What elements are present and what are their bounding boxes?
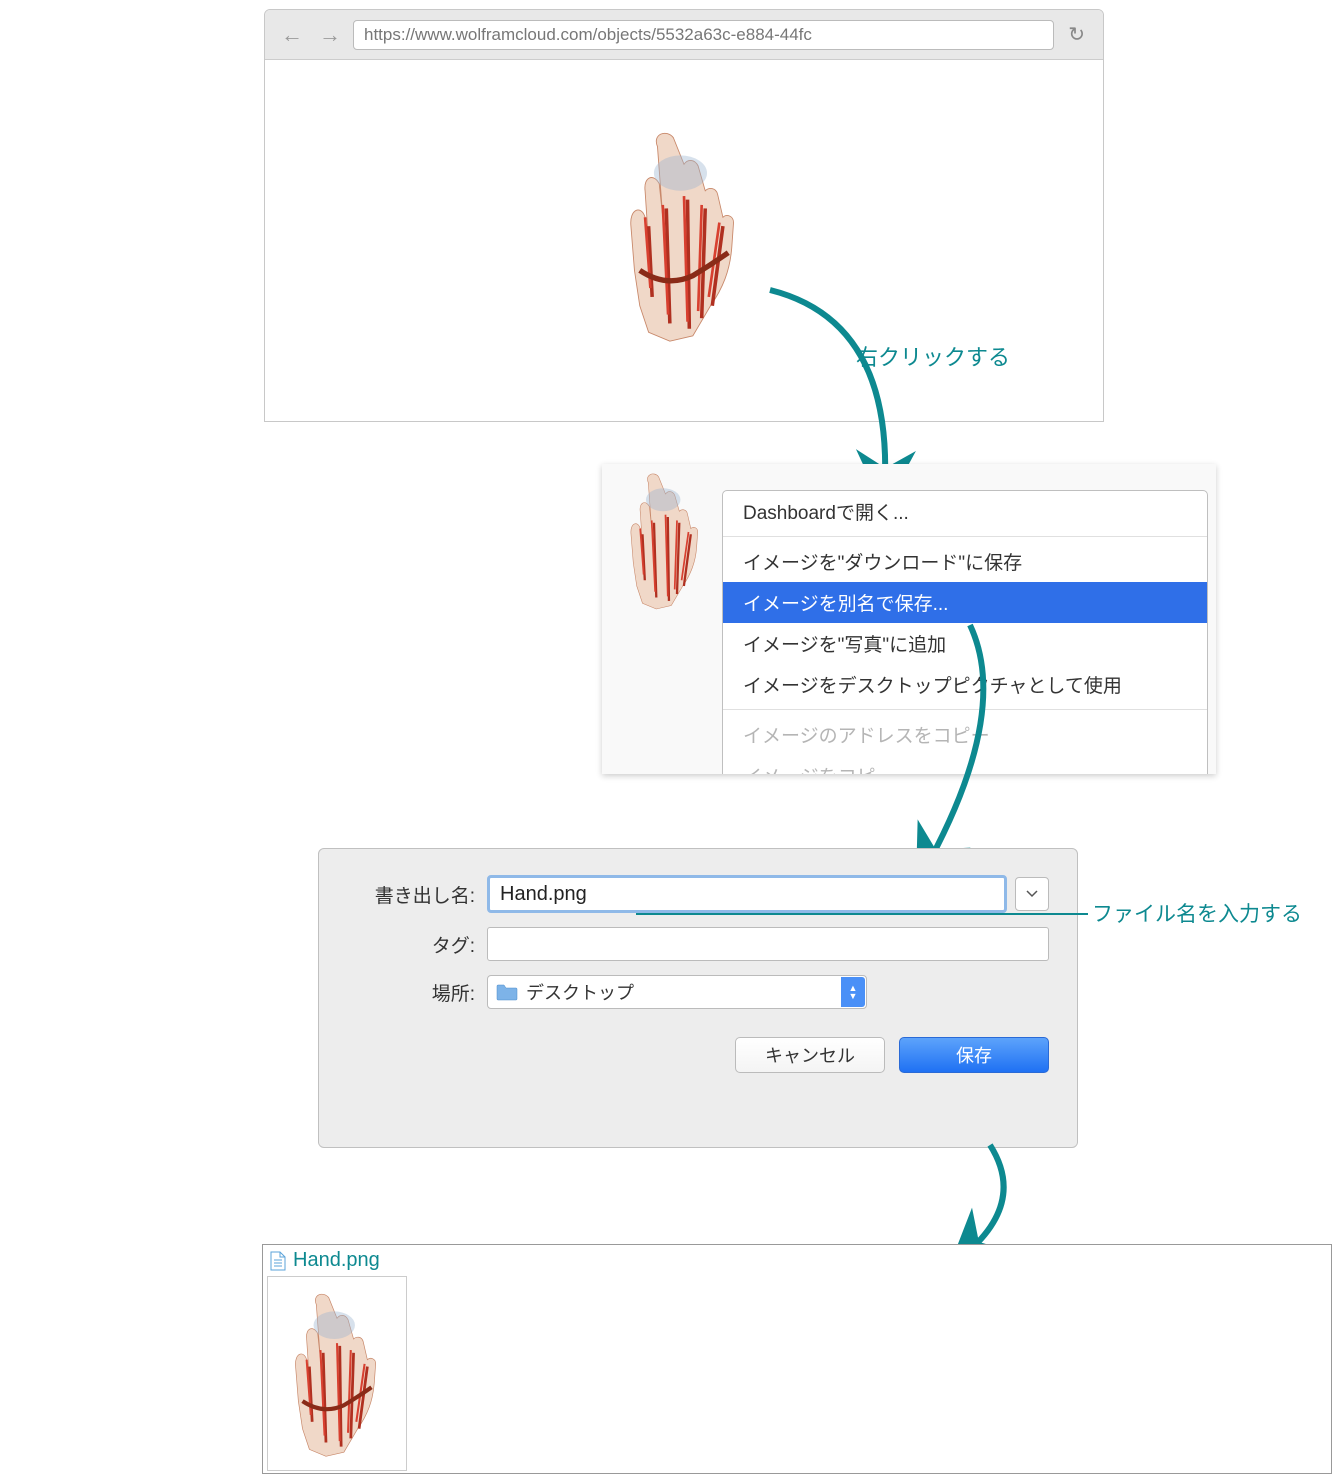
browser-toolbar: ← → https://www.wolframcloud.com/objects… bbox=[265, 10, 1103, 60]
url-bar[interactable]: https://www.wolframcloud.com/objects/553… bbox=[353, 20, 1054, 50]
context-menu: Dashboardで開く... イメージを"ダウンロード"に保存 イメージを別名… bbox=[722, 490, 1208, 774]
hand-anatomy-image[interactable] bbox=[594, 120, 774, 350]
menu-item-save-downloads[interactable]: イメージを"ダウンロード"に保存 bbox=[723, 541, 1207, 582]
forward-button[interactable]: → bbox=[315, 22, 345, 48]
tags-input[interactable] bbox=[487, 927, 1049, 961]
location-label: 場所: bbox=[347, 979, 487, 1006]
tags-label: タグ: bbox=[347, 931, 487, 958]
menu-item-add-photos[interactable]: イメージを"写真"に追加 bbox=[723, 623, 1207, 664]
location-value: デスクトップ bbox=[526, 979, 634, 1005]
hand-anatomy-image bbox=[608, 464, 723, 620]
menu-item-desktop-picture[interactable]: イメージをデスクトップピクチャとして使用 bbox=[723, 664, 1207, 705]
menu-item-save-as[interactable]: イメージを別名で保存... bbox=[723, 582, 1207, 623]
filename-label: 書き出し名: bbox=[347, 881, 487, 908]
menu-separator bbox=[723, 709, 1207, 710]
select-arrows-icon: ▲▼ bbox=[841, 977, 865, 1007]
menu-item-copy-image: イメージをコピー bbox=[723, 755, 1207, 774]
back-button[interactable]: ← bbox=[277, 22, 307, 48]
chevron-down-icon bbox=[1026, 890, 1038, 898]
file-name-label: Hand.png bbox=[293, 1249, 380, 1272]
location-select[interactable]: デスクトップ ▲▼ bbox=[487, 975, 867, 1009]
folder-icon bbox=[496, 983, 518, 1001]
cancel-button[interactable]: キャンセル bbox=[735, 1037, 885, 1073]
arrow-icon bbox=[930, 1140, 1050, 1260]
save-button[interactable]: 保存 bbox=[899, 1037, 1049, 1073]
menu-item-dashboard[interactable]: Dashboardで開く... bbox=[723, 491, 1207, 532]
annotation-enter-filename: ファイル名を入力する bbox=[1092, 898, 1302, 928]
save-dialog: 書き出し名: タグ: 場所: デスクトップ ▲▼ キャンセル 保存 bbox=[318, 848, 1078, 1148]
expand-dropdown-button[interactable] bbox=[1015, 877, 1049, 911]
filename-input[interactable] bbox=[487, 875, 1007, 913]
menu-separator bbox=[723, 536, 1207, 537]
file-thumbnail[interactable] bbox=[267, 1276, 407, 1471]
annotation-right-click: 右クリックする bbox=[856, 340, 1010, 372]
result-file-panel: Hand.png bbox=[262, 1244, 1332, 1474]
document-icon bbox=[269, 1251, 287, 1271]
file-header: Hand.png bbox=[263, 1245, 1331, 1276]
menu-item-copy-address: イメージのアドレスをコピー bbox=[723, 714, 1207, 755]
context-menu-panel: Dashboardで開く... イメージを"ダウンロード"に保存 イメージを別名… bbox=[602, 464, 1216, 774]
reload-button[interactable]: ↻ bbox=[1062, 22, 1091, 47]
